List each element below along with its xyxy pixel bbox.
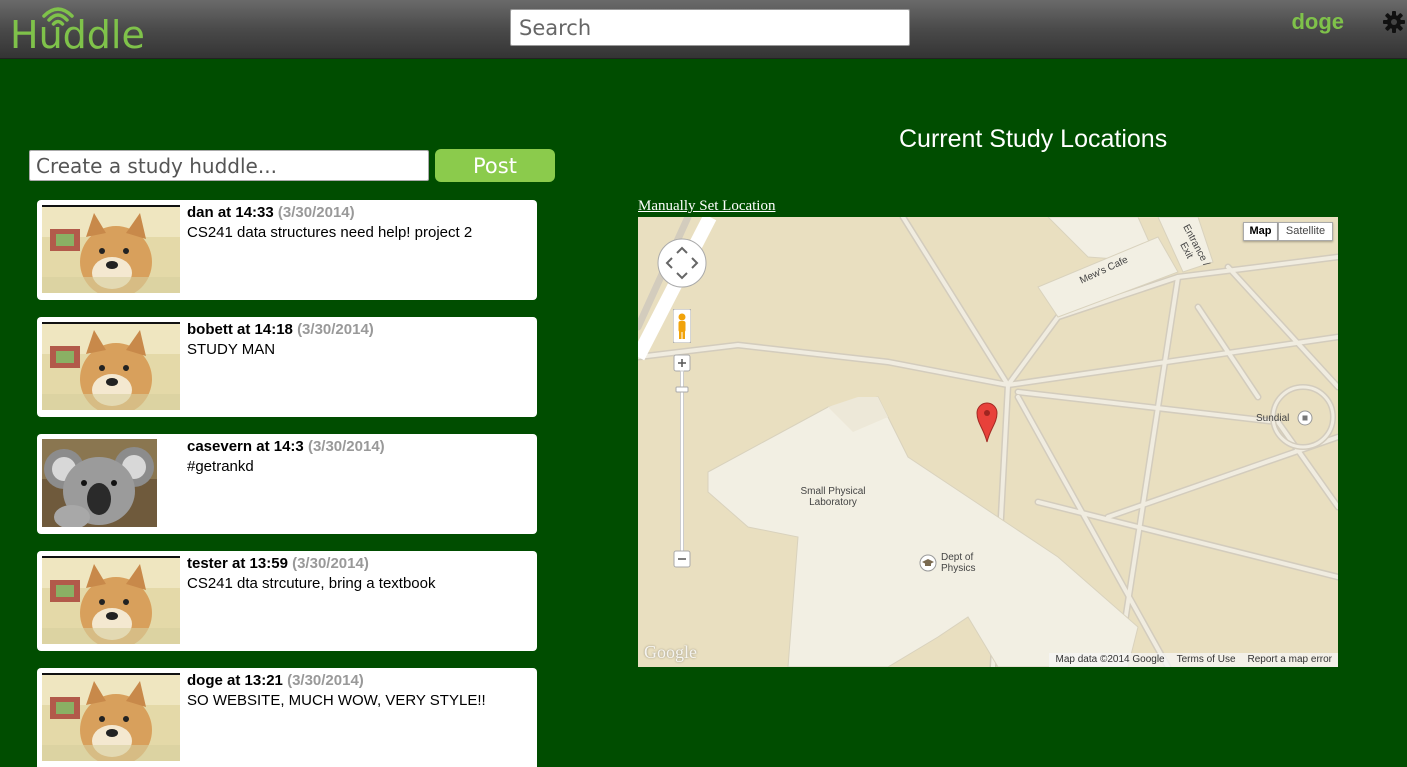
logo-text: Huddle: [10, 13, 145, 57]
sundial-icon: [1297, 410, 1313, 426]
avatar: [42, 556, 180, 644]
map-label-lab: Small Physical Laboratory: [800, 486, 866, 508]
map-footer: Map data ©2014 Google Terms of Use Repor…: [1049, 653, 1338, 667]
map-label-sundial: Sundial: [1256, 413, 1290, 424]
street-view-pegman-icon[interactable]: [673, 309, 691, 343]
manually-set-location-link[interactable]: Manually Set Location: [638, 198, 775, 215]
avatar: [42, 673, 180, 761]
post-header: tester at 13:59 (3/30/2014): [187, 555, 369, 572]
doge-avatar-icon: [42, 675, 180, 761]
doge-avatar-icon: [42, 558, 180, 644]
post-date: (3/30/2014): [307, 438, 385, 455]
map-pan-control[interactable]: [656, 237, 708, 289]
username-link[interactable]: doge: [1291, 9, 1344, 35]
study-locations-map[interactable]: Map Satellite Mew's Cafe Entrance / Exit…: [638, 217, 1338, 667]
report-map-error-link[interactable]: Report a map error: [1242, 653, 1338, 667]
gear-icon[interactable]: [1382, 10, 1406, 34]
huddle-logo[interactable]: Huddle: [10, 6, 160, 57]
post-header: dan at 14:33 (3/30/2014): [187, 204, 355, 221]
koala-avatar-icon: [42, 439, 157, 527]
post-body: CS241 dta strcuture, bring a textbook: [187, 575, 436, 592]
post-author[interactable]: doge: [187, 672, 223, 689]
map-type-satellite-button[interactable]: Satellite: [1278, 222, 1333, 241]
post-author[interactable]: bobett: [187, 321, 233, 338]
doge-avatar-icon: [42, 207, 180, 293]
post-time: 13:59: [249, 555, 288, 572]
post-body: CS241 data structures need help! project…: [187, 224, 473, 241]
post-time: 14:18: [254, 321, 293, 338]
map-data-credit: Map data ©2014 Google: [1055, 654, 1165, 665]
avatar: [42, 205, 180, 293]
post-author[interactable]: casevern: [187, 438, 252, 455]
post-date: (3/30/2014): [287, 672, 364, 689]
feed-post[interactable]: doge at 13:21 (3/30/2014) SO WEBSITE, MU…: [37, 668, 537, 767]
post-time: 13:21: [244, 672, 283, 689]
feed-post[interactable]: bobett at 14:18 (3/30/2014) STUDY MAN: [37, 317, 537, 417]
create-huddle-input[interactable]: [29, 150, 429, 181]
avatar: [42, 322, 180, 410]
post-header: doge at 13:21 (3/30/2014): [187, 672, 364, 689]
feed-post[interactable]: tester at 13:59 (3/30/2014) CS241 dta st…: [37, 551, 537, 651]
post-button[interactable]: Post: [435, 149, 555, 182]
map-marker-icon[interactable]: [976, 401, 998, 443]
post-author[interactable]: tester: [187, 555, 228, 572]
post-time: 14:33: [235, 204, 274, 221]
post-body: STUDY MAN: [187, 341, 276, 358]
map-type-map-button[interactable]: Map: [1243, 222, 1278, 241]
google-logo[interactable]: Google: [644, 642, 697, 663]
post-date: (3/30/2014): [297, 321, 374, 338]
top-bar: Huddle doge: [0, 0, 1407, 59]
map-zoom-control[interactable]: [673, 354, 691, 569]
feed-post[interactable]: dan at 14:33 (3/30/2014) CS241 data stru…: [37, 200, 537, 300]
post-date: (3/30/2014): [292, 555, 369, 572]
post-author[interactable]: dan: [187, 204, 214, 221]
post-body: #getrankd: [187, 458, 254, 475]
post-body: SO WEBSITE, MUCH WOW, VERY STYLE!!: [187, 692, 486, 709]
terms-of-use-link[interactable]: Terms of Use: [1171, 653, 1242, 667]
post-date: (3/30/2014): [277, 204, 355, 221]
doge-avatar-icon: [42, 324, 180, 410]
post-header: bobett at 14:18 (3/30/2014): [187, 321, 374, 338]
feed-post[interactable]: casevern at 14:3 (3/30/2014) #getrankd: [37, 434, 537, 534]
study-locations-title: Current Study Locations: [899, 125, 1168, 153]
map-label-physics: Dept of Physics: [941, 552, 976, 574]
search-input[interactable]: [510, 9, 910, 46]
university-icon: [919, 554, 937, 572]
post-header: casevern at 14:3 (3/30/2014): [187, 438, 385, 455]
avatar: [42, 439, 157, 527]
post-time: 14:3: [273, 438, 304, 455]
